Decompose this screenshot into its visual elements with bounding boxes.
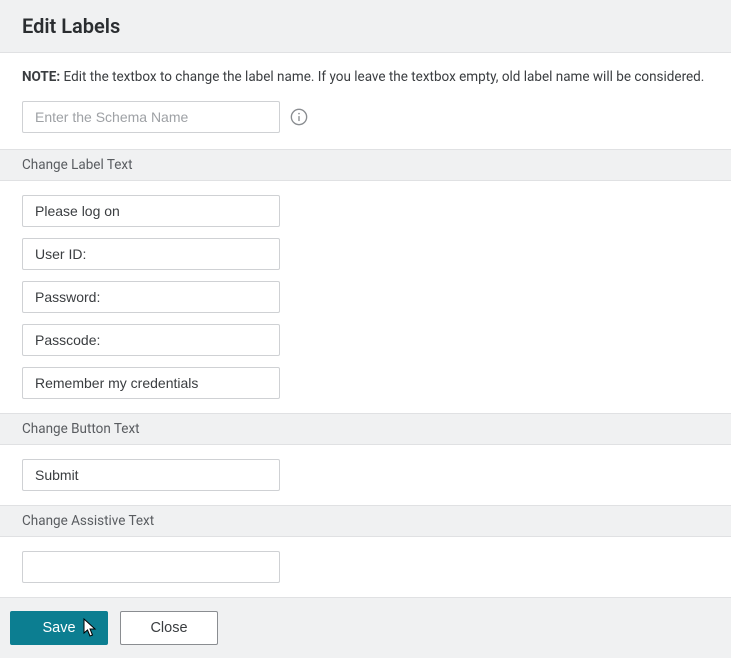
section-header-label-text: Change Label Text — [0, 149, 731, 181]
section-body-assistive-text — [0, 537, 731, 597]
schema-row — [0, 101, 731, 149]
section-body-button-text — [0, 445, 731, 505]
save-button[interactable]: Save — [10, 611, 108, 645]
label-text-input-1[interactable] — [22, 238, 280, 270]
note-prefix: NOTE: — [22, 69, 60, 85]
dialog-header: Edit Labels — [0, 0, 731, 53]
dialog-footer: Save Close — [0, 597, 731, 658]
section-header-button-text: Change Button Text — [0, 413, 731, 445]
dialog-title: Edit Labels — [22, 14, 709, 38]
label-text-input-2[interactable] — [22, 281, 280, 313]
label-text-input-4[interactable] — [22, 367, 280, 399]
label-text-input-3[interactable] — [22, 324, 280, 356]
section-body-label-text — [0, 181, 731, 413]
info-icon — [290, 108, 308, 126]
button-text-input-0[interactable] — [22, 459, 280, 491]
assistive-text-input-0[interactable] — [22, 551, 280, 583]
schema-name-input[interactable] — [22, 101, 280, 133]
note-row: NOTE: Edit the textbox to change the lab… — [0, 53, 731, 101]
close-button[interactable]: Close — [120, 611, 218, 645]
note-text: Edit the textbox to change the label nam… — [64, 69, 705, 85]
label-text-input-0[interactable] — [22, 195, 280, 227]
section-header-assistive-text: Change Assistive Text — [0, 505, 731, 537]
